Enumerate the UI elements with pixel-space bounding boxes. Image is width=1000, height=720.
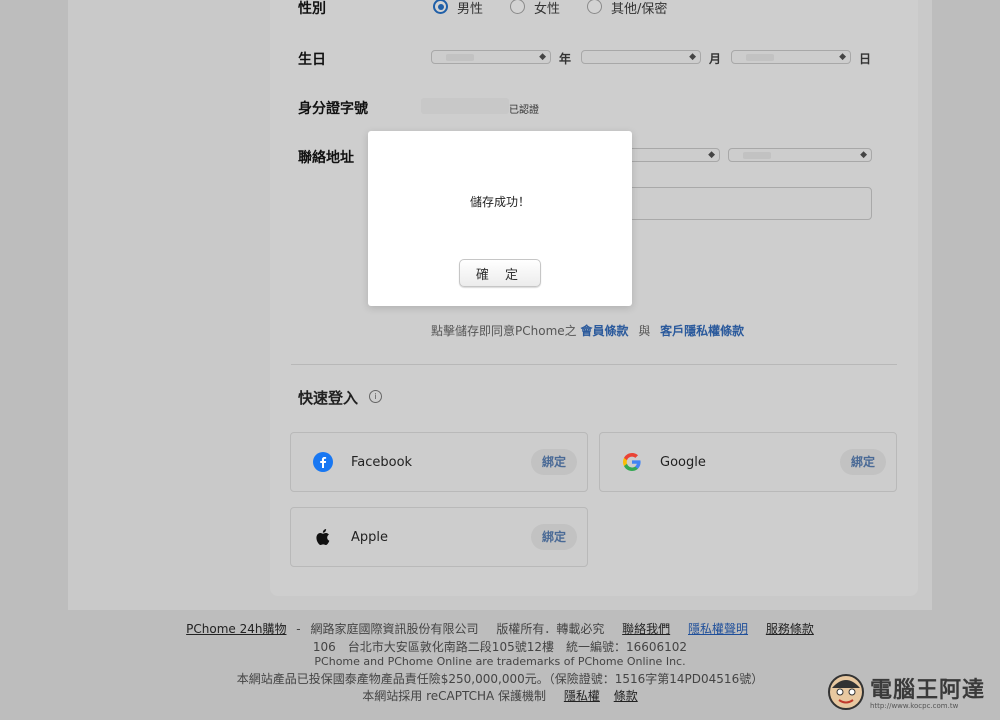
member-terms-link[interactable]: 會員條款 bbox=[580, 324, 628, 338]
privacy-terms-link[interactable]: 客戶隱私權條款 bbox=[660, 324, 744, 338]
gender-label: 性別 bbox=[298, 1, 326, 17]
select-value-redacted bbox=[743, 152, 771, 159]
address-label: 聯絡地址 bbox=[298, 150, 354, 166]
id-number-redacted bbox=[421, 98, 509, 114]
service-terms-link[interactable]: 服務條款 bbox=[766, 622, 814, 636]
mascot-icon bbox=[828, 674, 864, 710]
terms-prefix: 點擊儲存即同意PChome之 bbox=[431, 324, 577, 338]
birth-day-select[interactable]: ◆ bbox=[731, 50, 851, 64]
recaptcha-privacy-link[interactable]: 隱私權 bbox=[564, 689, 600, 703]
birth-year-select[interactable]: ◆ bbox=[431, 50, 551, 64]
gender-option-female[interactable]: 女性 bbox=[534, 0, 560, 17]
google-icon bbox=[623, 453, 641, 471]
footer-rights: 版權所有．轉載必究 bbox=[496, 622, 605, 636]
gender-option-male[interactable]: 男性 bbox=[457, 0, 483, 17]
footer-company: 網路家庭國際資訊股份有限公司 bbox=[310, 622, 479, 636]
footer-address: 106 台北市大安區敦化南路二段105號12樓 統一編號：16606102 bbox=[312, 640, 688, 654]
gender-option-other[interactable]: 其他/保密 bbox=[611, 0, 667, 17]
watermark-text: 電腦王阿達 bbox=[870, 678, 986, 703]
privacy-statement-link[interactable]: 隱私權聲明 bbox=[688, 622, 748, 636]
facebook-label: Facebook bbox=[351, 455, 413, 470]
chevron-updown-icon: ◆ bbox=[539, 52, 546, 62]
select-value-redacted bbox=[446, 54, 474, 61]
apple-label: Apple bbox=[351, 530, 389, 545]
contact-us-link[interactable]: 聯絡我們 bbox=[622, 622, 670, 636]
apple-icon bbox=[316, 529, 330, 545]
save-success-dialog: 儲存成功！ 確 定 bbox=[368, 131, 632, 306]
google-login-card: Google 綁定 bbox=[599, 432, 897, 492]
terms-and: 與 bbox=[638, 324, 651, 338]
chevron-updown-icon: ◆ bbox=[689, 52, 696, 62]
apple-bind-button[interactable]: 綁定 bbox=[531, 524, 577, 550]
select-value-redacted bbox=[746, 54, 774, 61]
birth-month-select[interactable]: ◆ bbox=[581, 50, 701, 64]
dialog-message: 儲存成功！ bbox=[469, 195, 530, 209]
address-street-input[interactable] bbox=[600, 187, 872, 220]
facebook-icon bbox=[313, 452, 333, 472]
section-divider bbox=[291, 364, 897, 365]
recaptcha-terms-link[interactable]: 條款 bbox=[614, 689, 638, 703]
footer-links: PChome 24h購物 - 網路家庭國際資訊股份有限公司 版權所有．轉載必究 … bbox=[0, 620, 1000, 637]
chevron-updown-icon: ◆ bbox=[708, 150, 715, 160]
terms-notice: 點擊儲存即同意PChome之 會員條款 與 客戶隱私權條款 bbox=[431, 322, 744, 339]
info-circle-icon[interactable]: i bbox=[369, 390, 382, 403]
chevron-updown-icon: ◆ bbox=[839, 52, 846, 62]
confirm-button[interactable]: 確 定 bbox=[459, 259, 541, 287]
footer-trademark: PChome and PChome Online are trademarks … bbox=[314, 655, 686, 668]
year-unit: 年 bbox=[559, 52, 572, 66]
facebook-login-card: Facebook 綁定 bbox=[290, 432, 588, 492]
watermark-url: http://www.kocpc.com.tw bbox=[870, 702, 959, 710]
footer-dash: - bbox=[296, 622, 301, 636]
quick-login-title: 快速登入 bbox=[298, 389, 359, 407]
apple-login-card: Apple 綁定 bbox=[290, 507, 588, 567]
address-zip-select[interactable]: ◆ bbox=[728, 148, 872, 162]
facebook-bind-button[interactable]: 綁定 bbox=[531, 449, 577, 475]
pchome-24h-link[interactable]: PChome 24h購物 bbox=[186, 622, 286, 636]
month-unit: 月 bbox=[709, 52, 722, 66]
day-unit: 日 bbox=[859, 52, 872, 66]
watermark-logo: 電腦王阿達 http://www.kocpc.com.tw bbox=[824, 668, 994, 718]
recaptcha-notice: 本網站採用 reCAPTCHA 保護機制 bbox=[362, 689, 547, 703]
id-verified-status: 已認證 bbox=[509, 105, 539, 116]
chevron-updown-icon: ◆ bbox=[860, 150, 867, 160]
google-bind-button[interactable]: 綁定 bbox=[840, 449, 886, 475]
google-label: Google bbox=[660, 455, 706, 470]
id-number-label: 身分證字號 bbox=[298, 101, 368, 117]
birthday-label: 生日 bbox=[298, 52, 326, 68]
